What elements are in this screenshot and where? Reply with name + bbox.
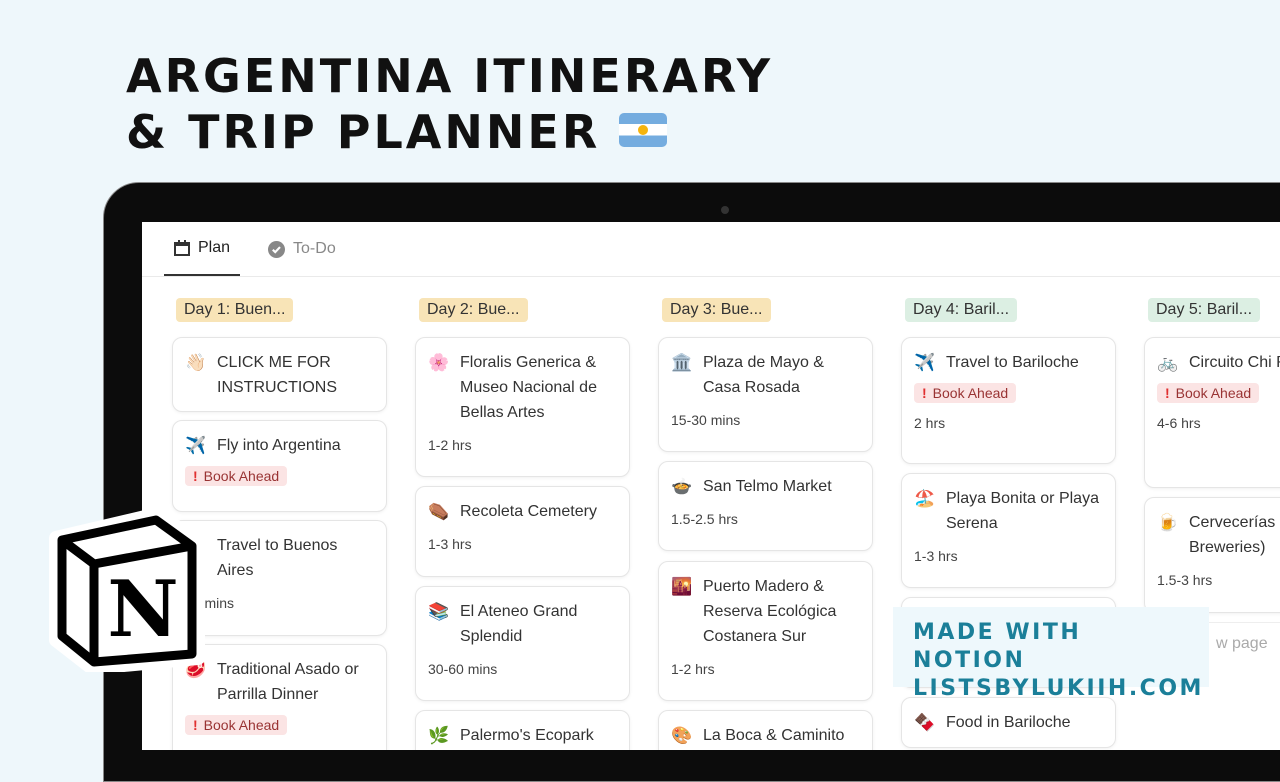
card-title: Food in Bariloche	[946, 714, 1071, 731]
tab-plan[interactable]: Plan	[164, 222, 241, 276]
card[interactable]: 🌸 Floralis Generica & Museo Nacional de B…	[415, 337, 630, 477]
card-title: La Boca & Caminito	[703, 727, 845, 744]
exclamation-icon: !	[1165, 385, 1170, 401]
notion-logo: N	[49, 508, 205, 672]
card-title: Travel to Buenos Aires	[217, 537, 338, 579]
card-emoji-icon: 🍫	[914, 713, 936, 732]
card-duration: 1-2 hrs	[671, 661, 715, 677]
card[interactable]: ✈️ Fly into Argentina ! Book Ahead	[172, 420, 387, 512]
tab-to-do[interactable]: To-Do	[258, 222, 346, 276]
card[interactable]: 🍺 Cervecerías Breweries) 1.5-3 hrs	[1144, 497, 1280, 613]
card-title: CLICK ME FOR INSTRUCTIONS	[217, 354, 337, 396]
card-emoji-icon: ✈️	[185, 436, 207, 455]
card-duration: 4-6 hrs	[1157, 415, 1201, 431]
card[interactable]: 🌇 Puerto Madero & Reserva Ecológica Costa…	[658, 561, 873, 701]
book-ahead-badge: ! Book Ahead	[1157, 383, 1260, 403]
card-title: San Telmo Market	[703, 478, 832, 495]
card-title: Traditional Asado or Parrilla Dinner	[217, 661, 359, 703]
column-tag[interactable]: Day 5: Baril...	[1148, 298, 1261, 322]
check-circle-icon	[268, 240, 286, 258]
card[interactable]: 🏛️ Plaza de Mayo & Casa Rosada 15-30 mins	[658, 337, 873, 452]
card-emoji-icon: 🚲	[1157, 353, 1179, 372]
card[interactable]: 🚲 Circuito Chi Ride !Book Ahead 4-6 hrs	[1144, 337, 1280, 488]
book-ahead-badge: ! Book Ahead	[185, 715, 288, 735]
card[interactable]: ✈️ Travel to Bariloche ! Book Ahead 2 hrs	[901, 337, 1116, 464]
card-emoji-icon: ⚰️	[428, 502, 450, 521]
exclamation-icon: !	[193, 468, 198, 484]
card-emoji-icon: 🎨	[671, 726, 693, 745]
exclamation-icon: !	[922, 385, 927, 401]
argentina-flag-icon	[619, 112, 668, 147]
card-title: El Ateneo Grand Splendid	[460, 603, 578, 645]
column-tag[interactable]: Day 2: Bue...	[419, 298, 528, 322]
camera	[721, 206, 729, 214]
card-title: Palermo's Ecopark	[460, 727, 594, 744]
card-duration: 30-60 mins	[428, 661, 498, 677]
card[interactable]: 🎨 La Boca & Caminito	[658, 710, 873, 750]
card-emoji-icon: 🌸	[428, 353, 450, 372]
card-duration: 1-2 hrs	[428, 437, 472, 453]
card-duration: 1.5-3 hrs	[1157, 572, 1213, 588]
card-duration: 1.5-2.5 hrs	[671, 511, 738, 527]
card-emoji-icon: 🌿	[428, 726, 450, 745]
card-title: Fly into Argentina	[217, 437, 341, 454]
card-title: Recoleta Cemetery	[460, 503, 597, 520]
card-duration: 60 mins	[185, 595, 235, 611]
card-title: Circuito Chi Ride	[1189, 354, 1280, 371]
card[interactable]: 🍫 Food in Bariloche	[901, 697, 1116, 748]
card-title: Plaza de Mayo & Casa Rosada	[703, 354, 824, 396]
card[interactable]: 🌿 Palermo's Ecopark	[415, 710, 630, 750]
card-duration: 15-30 mins	[671, 412, 741, 428]
card-emoji-icon: 🏛️	[671, 353, 693, 372]
card-emoji-icon: 🌇	[671, 577, 693, 596]
card-title: Travel to Bariloche	[946, 354, 1079, 371]
card-emoji-icon: 📚	[428, 602, 450, 621]
card-duration: 1-3 hrs	[428, 536, 472, 552]
column-tag[interactable]: Day 3: Bue...	[662, 298, 771, 322]
card-duration: 2 hrs	[914, 415, 946, 431]
card-emoji-icon: 🏖️	[914, 489, 936, 508]
card[interactable]: 📚 El Ateneo Grand Splendid 30-60 mins	[415, 586, 630, 701]
calendar-icon	[174, 240, 190, 256]
book-ahead-badge: ! Book Ahead	[914, 383, 1017, 403]
column-tag[interactable]: Day 1: Buen...	[176, 298, 294, 322]
book-ahead-badge: ! Book Ahead	[185, 466, 288, 486]
card-title: Puerto Madero & Reserva Ecológica Costan…	[703, 578, 837, 645]
card[interactable]: 🍲 San Telmo Market 1.5-2.5 hrs	[658, 461, 873, 551]
column-tag[interactable]: Day 4: Baril...	[905, 298, 1018, 322]
page-title: ARGENTINA ITINERARY & TRIP PLANNER	[126, 49, 774, 159]
card-emoji-icon: 🍺	[1157, 513, 1179, 532]
card-title: Cervecerías Breweries)	[1189, 514, 1276, 556]
card-emoji-icon: 🍲	[671, 477, 693, 496]
card-title: Floralis Generica & Museo Nacional de Be…	[460, 354, 597, 421]
card-emoji-icon: ✈️	[914, 353, 936, 372]
exclamation-icon: !	[193, 717, 198, 733]
card[interactable]: ⚰️ Recoleta Cemetery 1-3 hrs	[415, 486, 630, 577]
card[interactable]: 🏖️ Playa Bonita or Playa Serena 1-3 hrs	[901, 473, 1116, 588]
divider	[142, 276, 1280, 277]
card-duration: 1-3 hrs	[914, 548, 958, 564]
card-title: Playa Bonita or Playa Serena	[946, 490, 1099, 532]
watermark: MADE WITH NOTION LISTSBYLUKIIH.COM	[893, 607, 1209, 701]
card[interactable]: 👋🏻 CLICK ME FOR INSTRUCTIONS	[172, 337, 387, 412]
card-emoji-icon: 👋🏻	[185, 353, 207, 372]
svg-text:N: N	[107, 564, 178, 655]
